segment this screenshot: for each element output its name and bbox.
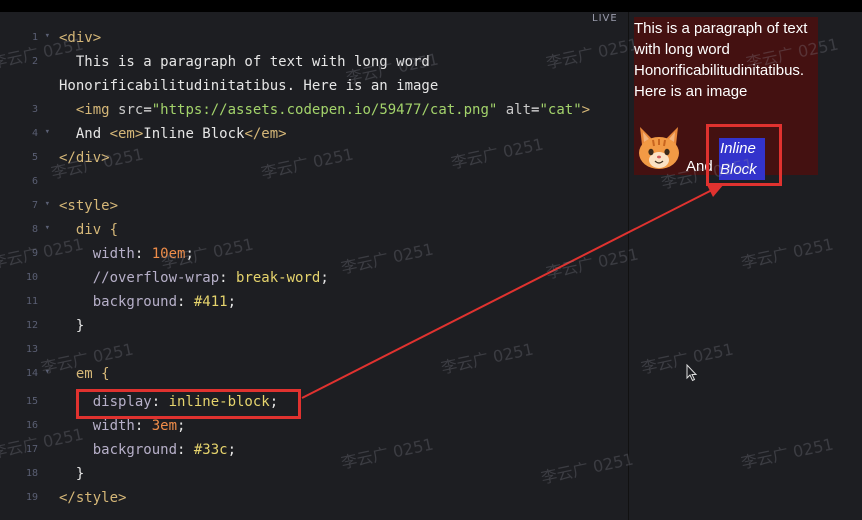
code-token: 10em <box>151 246 186 262</box>
code-token: <em> <box>109 126 144 142</box>
code-line-2: This is a paragraph of text with long wo… <box>59 50 430 74</box>
code-line-1: <div> <box>59 26 101 50</box>
code-token: <div> <box>59 30 102 46</box>
code-token: Honorificabilitudinitatibus. Here is an … <box>59 78 439 94</box>
line-number: 9 <box>0 242 46 266</box>
code-line-4: And <em>Inline Block</em> <box>59 122 287 146</box>
line-number-text: 5 <box>31 152 38 163</box>
code-token: And <box>59 126 110 142</box>
line-number: 6 <box>0 170 46 194</box>
highlight-box-code <box>76 389 301 419</box>
line-number-text: 8 <box>31 224 38 235</box>
line-number: 13 <box>0 338 46 362</box>
code-line-12: } <box>59 314 84 338</box>
code-token: } <box>59 318 85 334</box>
fold-arrow-icon[interactable]: ▾ <box>45 223 50 233</box>
cat-icon <box>639 127 679 169</box>
line-number: 2 <box>0 50 46 74</box>
preview-paragraph: This is a paragraph of text with long wo… <box>634 20 808 100</box>
line-number-text: 19 <box>25 492 38 503</box>
code-token: width <box>59 418 135 434</box>
code-token: <style> <box>59 198 119 214</box>
line-number: 19 <box>0 486 46 510</box>
code-token: break-word <box>236 270 321 286</box>
code-token: em { <box>59 366 110 382</box>
line-number: 4 ▾ <box>0 122 50 146</box>
line-number-text: 6 <box>31 176 38 187</box>
line-number-text: 13 <box>25 344 38 355</box>
live-label: LIVE <box>592 13 618 24</box>
line-number-text: 4 <box>31 128 38 139</box>
line-number: 12 <box>0 314 46 338</box>
code-token: #411 <box>193 294 228 310</box>
code-line-10: //overflow-wrap: break-word; <box>59 270 329 286</box>
line-number: 11 <box>0 290 46 314</box>
line-number-text: 12 <box>25 320 38 331</box>
code-line-17: background: #33c; <box>59 442 237 458</box>
code-token: </em> <box>244 126 287 142</box>
code-line-19: </style> <box>59 486 126 510</box>
code-token: //overflow-wrap <box>59 270 220 286</box>
code-token: } <box>59 466 85 482</box>
line-number-text: 9 <box>31 248 38 259</box>
line-number: 7 ▾ <box>0 194 50 218</box>
line-number: 5 <box>0 146 46 170</box>
line-number: 18 <box>0 462 46 486</box>
code-token: "cat" <box>539 102 582 118</box>
code-token: #33c <box>193 442 228 458</box>
code-line-11: background: #411; <box>59 294 237 310</box>
line-number-text: 16 <box>25 420 38 431</box>
code-line-9: width: 10em; <box>59 246 194 262</box>
code-token: <img <box>59 102 119 118</box>
code-line-2-wrap: Honorificabilitudinitatibus. Here is an … <box>59 74 438 98</box>
line-number: 15 <box>0 390 46 414</box>
line-number-text: 3 <box>31 104 38 115</box>
line-number-text: 15 <box>25 396 38 407</box>
line-number-text: 10 <box>25 272 38 283</box>
line-number: 3 <box>0 98 46 122</box>
code-token: src <box>118 102 144 118</box>
line-number-text: 14 <box>25 368 38 379</box>
code-token: </div> <box>59 150 110 166</box>
line-number-text: 7 <box>31 200 38 211</box>
fold-arrow-icon[interactable]: ▾ <box>45 367 50 377</box>
code-line-7: <style> <box>59 194 118 218</box>
code-line-8: div { <box>59 218 118 242</box>
code-token: background <box>59 442 178 458</box>
fold-arrow-icon[interactable]: ▾ <box>45 199 50 209</box>
code-token: "https://assets.codepen.io/59477/cat.png… <box>151 102 498 118</box>
line-number-text: 18 <box>25 468 38 479</box>
line-number: 8 ▾ <box>0 218 50 242</box>
code-line-18: } <box>59 462 84 486</box>
line-number: 14 ▾ <box>0 362 50 386</box>
code-token: width <box>59 246 135 262</box>
line-number: 17 <box>0 438 46 462</box>
code-token: This is a paragraph of text with long wo… <box>59 54 430 70</box>
code-token: </style> <box>59 490 127 506</box>
code-token: Inline Block <box>143 126 245 142</box>
mouse-cursor-icon <box>686 364 698 382</box>
fold-arrow-icon[interactable]: ▾ <box>45 31 50 41</box>
code-token: = <box>143 102 152 118</box>
code-token: > <box>581 102 591 118</box>
line-number-text: 2 <box>31 56 38 67</box>
top-bar <box>0 0 862 12</box>
code-token: 3em <box>151 418 178 434</box>
line-number-text: 11 <box>25 296 38 307</box>
code-line-5: </div> <box>59 146 110 170</box>
fold-arrow-icon[interactable]: ▾ <box>45 127 50 137</box>
line-number: 16 <box>0 414 46 438</box>
highlight-box-preview <box>706 124 782 186</box>
code-line-14: em { <box>59 362 110 386</box>
line-number-text: 17 <box>25 444 38 455</box>
line-number: 10 <box>0 266 46 290</box>
code-token: alt <box>497 102 532 118</box>
code-editor[interactable]: 1 ▾ 2 3 4 ▾ 5 6 7 ▾ 8 ▾ 9 10 11 12 13 14 ▾ 15 16 17 18 19 <div>… <box>0 12 628 520</box>
code-line-3: <img src="https://assets.codepen.io/5947… <box>59 98 590 122</box>
live-preview-pane: This is a paragraph of text with long wo… <box>629 12 862 520</box>
code-token: background <box>59 294 178 310</box>
code-token: div { <box>59 222 119 238</box>
line-number-text: 1 <box>31 32 38 43</box>
line-number: 1 ▾ <box>0 26 50 50</box>
